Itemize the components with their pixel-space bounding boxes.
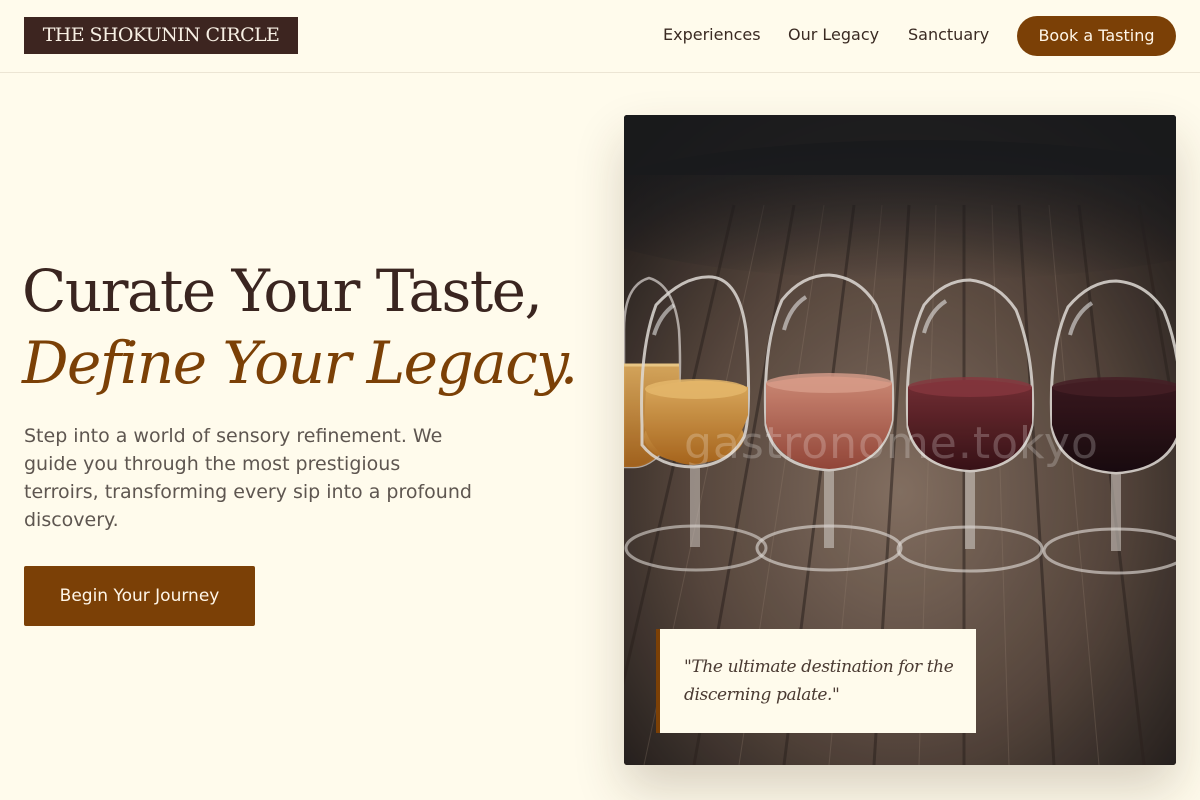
begin-journey-button[interactable]: Begin Your Journey [24, 566, 255, 626]
hero-headline: Curate Your Taste, Define Your Legacy. [22, 255, 602, 399]
nav-link-sanctuary[interactable]: Sanctuary [908, 25, 989, 45]
nav-link-our-legacy[interactable]: Our Legacy [788, 25, 879, 45]
site-header: THE SHOKUNIN CIRCLE Experiences Our Lega… [0, 0, 1200, 73]
book-tasting-button[interactable]: Book a Tasting [1017, 16, 1176, 56]
testimonial-quote-text: "The ultimate destination for the discer… [684, 657, 954, 705]
brand-logo[interactable]: THE SHOKUNIN CIRCLE [24, 17, 298, 54]
hero-headline-line1: Curate Your Taste, [22, 257, 543, 325]
nav-link-experiences[interactable]: Experiences [663, 25, 761, 45]
testimonial-quote-card: "The ultimate destination for the discer… [656, 629, 976, 733]
image-watermark: gastronome.tokyo [684, 418, 1099, 469]
hero-description: Step into a world of sensory refinement.… [24, 425, 472, 531]
hero-headline-line2: Define Your Legacy. [22, 329, 578, 397]
